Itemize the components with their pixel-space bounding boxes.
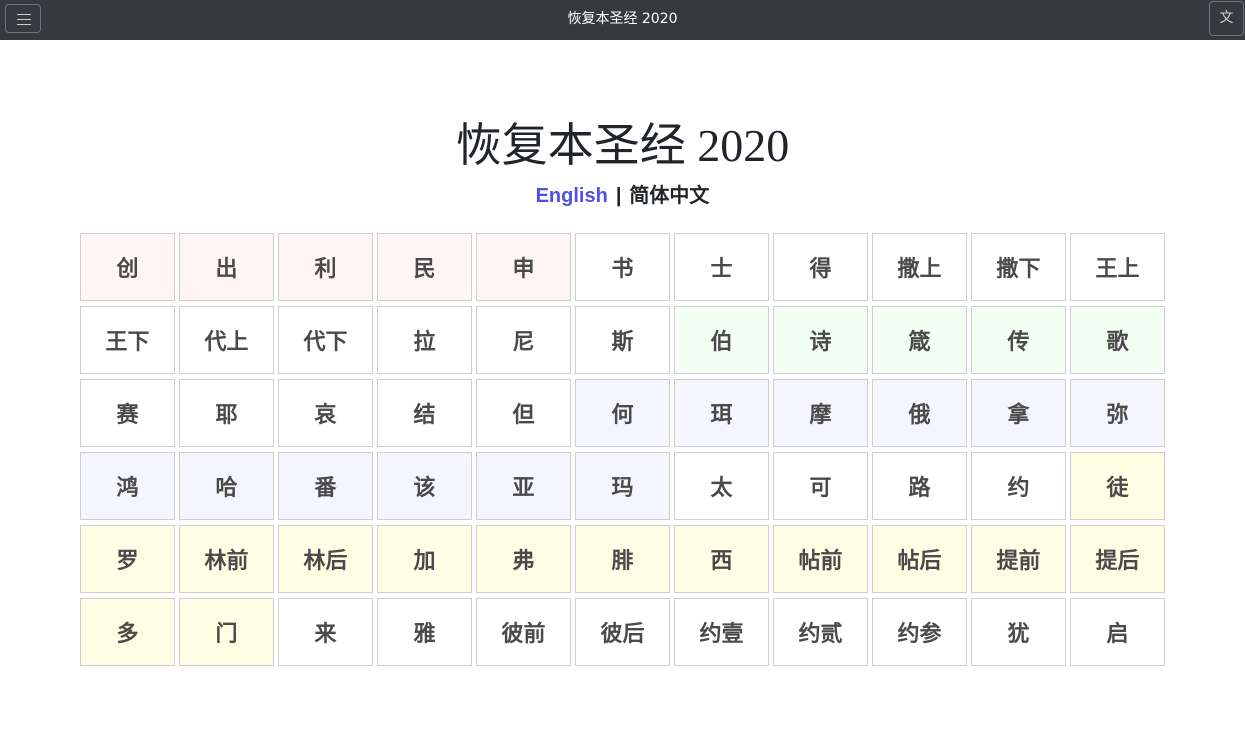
- book-button[interactable]: 多: [80, 598, 175, 666]
- book-button[interactable]: 林前: [179, 525, 274, 593]
- book-button[interactable]: 耶: [179, 379, 274, 447]
- book-button[interactable]: 结: [377, 379, 472, 447]
- book-button[interactable]: 哀: [278, 379, 373, 447]
- book-button[interactable]: 帖后: [872, 525, 967, 593]
- book-button[interactable]: 犹: [971, 598, 1066, 666]
- book-button[interactable]: 民: [377, 233, 472, 301]
- book-button[interactable]: 雅: [377, 598, 472, 666]
- book-button[interactable]: 出: [179, 233, 274, 301]
- book-button[interactable]: 门: [179, 598, 274, 666]
- book-button[interactable]: 箴: [872, 306, 967, 374]
- book-button[interactable]: 士: [674, 233, 769, 301]
- book-button[interactable]: 代上: [179, 306, 274, 374]
- book-button[interactable]: 罗: [80, 525, 175, 593]
- simplified-chinese-label: 简体中文: [629, 185, 710, 207]
- book-button[interactable]: 拿: [971, 379, 1066, 447]
- book-button[interactable]: 启: [1070, 598, 1165, 666]
- book-button[interactable]: 利: [278, 233, 373, 301]
- book-button[interactable]: 约壹: [674, 598, 769, 666]
- book-button[interactable]: 歌: [1070, 306, 1165, 374]
- book-button[interactable]: 创: [80, 233, 175, 301]
- book-button[interactable]: 鸿: [80, 452, 175, 520]
- language-switcher: English | 简体中文: [0, 182, 1245, 210]
- book-button[interactable]: 赛: [80, 379, 175, 447]
- book-button[interactable]: 弗: [476, 525, 571, 593]
- book-button[interactable]: 亚: [476, 452, 571, 520]
- book-button[interactable]: 路: [872, 452, 967, 520]
- book-button[interactable]: 哈: [179, 452, 274, 520]
- book-button[interactable]: 摩: [773, 379, 868, 447]
- book-button[interactable]: 徒: [1070, 452, 1165, 520]
- book-button[interactable]: 传: [971, 306, 1066, 374]
- book-button[interactable]: 弥: [1070, 379, 1165, 447]
- menu-button[interactable]: [5, 4, 41, 33]
- navbar-title: 恢复本圣经 2020: [567, 11, 678, 27]
- book-button[interactable]: 伯: [674, 306, 769, 374]
- book-button[interactable]: 代下: [278, 306, 373, 374]
- book-button[interactable]: 彼后: [575, 598, 670, 666]
- book-button[interactable]: 提后: [1070, 525, 1165, 593]
- book-button[interactable]: 撒下: [971, 233, 1066, 301]
- book-button[interactable]: 王上: [1070, 233, 1165, 301]
- top-navbar: 恢复本圣经 2020 文: [0, 0, 1245, 40]
- book-button[interactable]: 约: [971, 452, 1066, 520]
- book-button[interactable]: 书: [575, 233, 670, 301]
- book-button[interactable]: 腓: [575, 525, 670, 593]
- book-button[interactable]: 玛: [575, 452, 670, 520]
- hamburger-menu-icon-line: [17, 24, 31, 25]
- hamburger-menu-icon: [17, 14, 31, 15]
- language-separator: |: [615, 185, 622, 207]
- book-button[interactable]: 何: [575, 379, 670, 447]
- book-button[interactable]: 西: [674, 525, 769, 593]
- book-button[interactable]: 斯: [575, 306, 670, 374]
- book-button[interactable]: 提前: [971, 525, 1066, 593]
- english-link[interactable]: English: [536, 185, 608, 207]
- book-grid: 创出利民申书士得撒上 撒下 王上王下 代上 代下拉尼斯伯诗箴传歌赛耶哀结但何珥摩俄拿弥鸿…: [80, 233, 1165, 666]
- book-button[interactable]: 但: [476, 379, 571, 447]
- book-button[interactable]: 加: [377, 525, 472, 593]
- book-button[interactable]: 尼: [476, 306, 571, 374]
- book-button[interactable]: 彼前: [476, 598, 571, 666]
- book-button[interactable]: 太: [674, 452, 769, 520]
- language-toggle-button[interactable]: 文: [1209, 1, 1244, 36]
- book-button[interactable]: 可: [773, 452, 868, 520]
- book-button[interactable]: 诗: [773, 306, 868, 374]
- book-button[interactable]: 申: [476, 233, 571, 301]
- book-button[interactable]: 得: [773, 233, 868, 301]
- book-button[interactable]: 帖前: [773, 525, 868, 593]
- book-button[interactable]: 珥: [674, 379, 769, 447]
- book-button[interactable]: 约参: [872, 598, 967, 666]
- book-button[interactable]: 约贰: [773, 598, 868, 666]
- book-button[interactable]: 王下: [80, 306, 175, 374]
- book-button[interactable]: 俄: [872, 379, 967, 447]
- book-button[interactable]: 林后: [278, 525, 373, 593]
- book-button[interactable]: 番: [278, 452, 373, 520]
- book-button[interactable]: 撒上: [872, 233, 967, 301]
- hamburger-menu-icon-line: [17, 19, 31, 20]
- book-button[interactable]: 拉: [377, 306, 472, 374]
- book-button[interactable]: 来: [278, 598, 373, 666]
- book-button[interactable]: 该: [377, 452, 472, 520]
- page-title: 恢复本圣经 2020: [455, 120, 790, 171]
